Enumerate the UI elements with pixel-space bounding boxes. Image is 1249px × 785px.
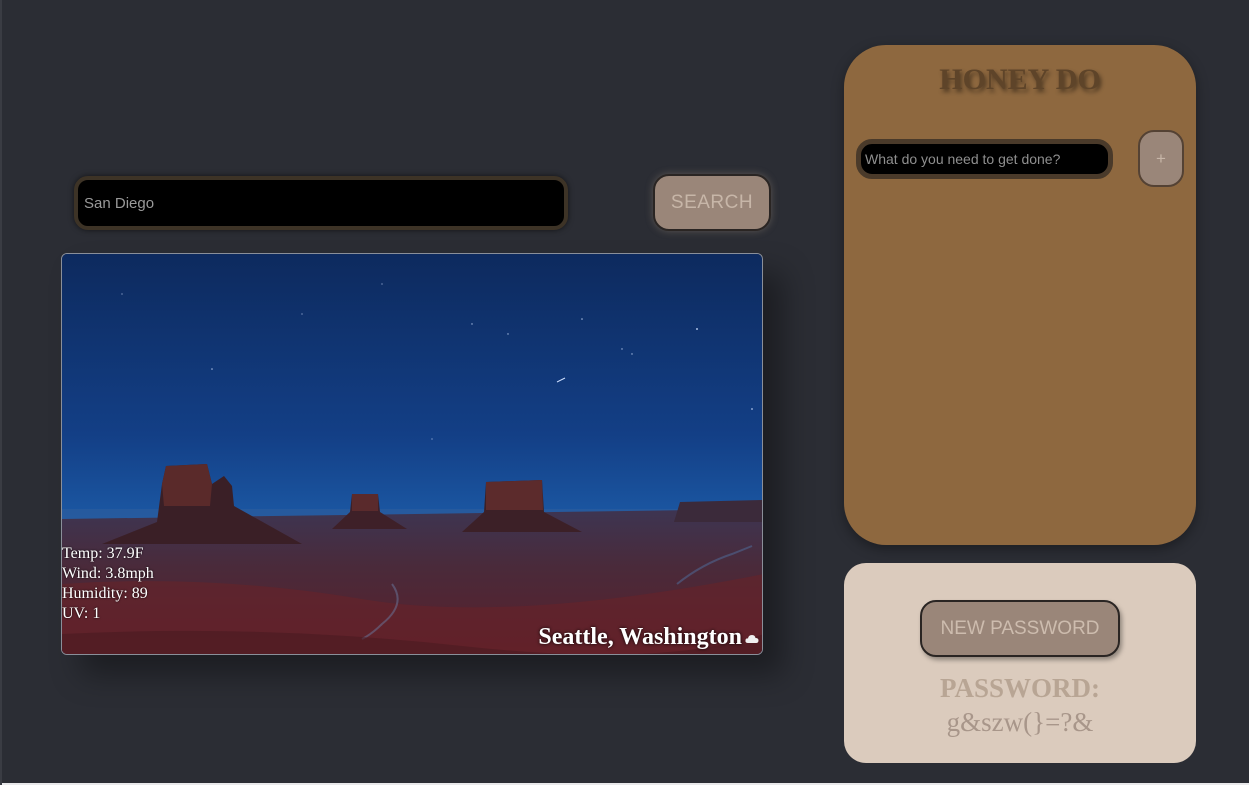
password-label: PASSWORD: [939,673,1100,703]
humidity-readout: Humidity: 89 [62,585,148,602]
uv-readout: UV: 1 [62,605,101,622]
wind-readout: Wind: 3.8mph [62,565,154,582]
password-value: g&szw(}=?& [946,707,1094,737]
honey-do-panel: HONEY DO + [844,45,1196,545]
weather-stats: Temp: 37.9F Wind: 3.8mph Humidity: 89 UV… [62,544,154,624]
password-panel: NEW PASSWORD PASSWORD: g&szw(}=?& [844,563,1196,763]
todo-input[interactable] [856,139,1113,179]
city-search-input[interactable] [74,176,568,230]
weather-background-image [62,254,762,654]
temperature-readout: Temp: 37.9F [62,545,144,562]
location-title: Seattle, Washington [538,624,742,650]
add-todo-button[interactable]: + [1138,130,1184,187]
app-page: SEARCH [0,0,1249,785]
new-password-button[interactable]: NEW PASSWORD [920,600,1120,657]
weather-card: Temp: 37.9F Wind: 3.8mph Humidity: 89 UV… [61,253,763,655]
honey-do-title: HONEY DO [939,63,1101,96]
search-button[interactable]: SEARCH [653,174,771,231]
cloud-icon [745,635,759,643]
